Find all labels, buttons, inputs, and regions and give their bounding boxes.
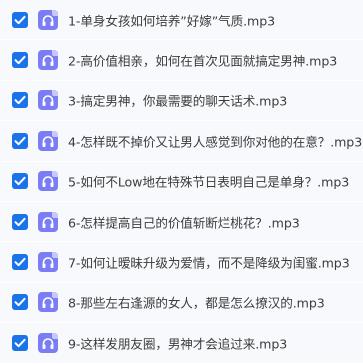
checkmark-icon [14, 136, 26, 146]
file-name[interactable]: 9-这样发朋友圈，男神才会追过来.mp3 [68, 333, 287, 352]
file-name[interactable]: 2-高价值相亲，如何在首次见面就搞定男神.mp3 [68, 51, 337, 70]
checkbox-checked[interactable] [12, 334, 28, 351]
file-name[interactable]: 6-怎样提高自己的价值斩断烂桃花？.mp3 [68, 212, 300, 231]
audio-file-icon [38, 211, 58, 232]
audio-file-icon [38, 171, 58, 192]
file-name[interactable]: 7-如何让暧昧升级为爱情，而不是降级为闺蜜.mp3 [68, 253, 350, 272]
checkbox-checked[interactable] [12, 294, 28, 311]
audio-file-icon [38, 130, 58, 151]
file-row[interactable]: 4-怎样既不掉价又让男人感觉到你对他的在意？.mp3 [0, 121, 363, 162]
file-row[interactable]: 8-那些左右逢源的女人，都是怎么撩汉的.mp3 [0, 282, 363, 324]
file-row[interactable]: 7-如何让暧昧升级为爱情，而不是降级为闺蜜.mp3 [0, 242, 363, 283]
checkmark-icon [14, 217, 26, 226]
checkbox-checked[interactable] [12, 92, 28, 109]
checkbox-checked[interactable] [12, 173, 28, 190]
file-name[interactable]: 1-单身女孩如何培养”好嫁”气质.mp3 [68, 10, 275, 29]
audio-file-icon [38, 332, 58, 353]
checkmark-icon [14, 15, 26, 24]
audio-file-icon [38, 90, 58, 111]
file-row[interactable]: 3-搞定男神，你最需要的聊天话术.mp3 [0, 80, 363, 122]
checkbox-checked[interactable] [12, 132, 28, 149]
audio-file-icon [38, 50, 58, 71]
checkmark-icon [14, 55, 26, 65]
file-row[interactable]: 9-这样发朋友圈，男神才会追过来.mp3 [0, 323, 363, 364]
checkmark-icon [14, 96, 26, 105]
audio-file-icon [38, 252, 58, 273]
file-row[interactable]: 5-如何不Low地在特殊节日表明自己是单身？.mp3 [0, 161, 363, 202]
checkmark-icon [14, 257, 26, 267]
checkbox-checked[interactable] [12, 254, 28, 271]
file-name[interactable]: 8-那些左右逢源的女人，都是怎么撩汉的.mp3 [68, 293, 325, 312]
file-name[interactable]: 4-怎样既不掉价又让男人感觉到你对他的在意？.mp3 [68, 131, 362, 150]
checkbox-checked[interactable] [12, 52, 28, 69]
checkmark-icon [14, 298, 26, 307]
checkbox-checked[interactable] [12, 213, 28, 230]
audio-file-icon [38, 292, 58, 313]
file-row[interactable]: 6-怎样提高自己的价值斩断烂桃花？.mp3 [0, 202, 363, 243]
checkbox-checked[interactable] [12, 11, 28, 28]
file-row[interactable]: 1-单身女孩如何培养”好嫁”气质.mp3 [0, 0, 363, 41]
checkmark-icon [14, 177, 26, 186]
file-name[interactable]: 5-如何不Low地在特殊节日表明自己是单身？.mp3 [68, 172, 349, 191]
file-list: 1-单身女孩如何培养”好嫁”气质.mp3 2-高价值相亲，如何在首次见面就搞定男神… [0, 0, 363, 364]
checkmark-icon [14, 338, 26, 348]
audio-file-icon [38, 9, 58, 30]
file-row[interactable]: 2-高价值相亲，如何在首次见面就搞定男神.mp3 [0, 40, 363, 81]
file-name[interactable]: 3-搞定男神，你最需要的聊天话术.mp3 [68, 91, 287, 110]
